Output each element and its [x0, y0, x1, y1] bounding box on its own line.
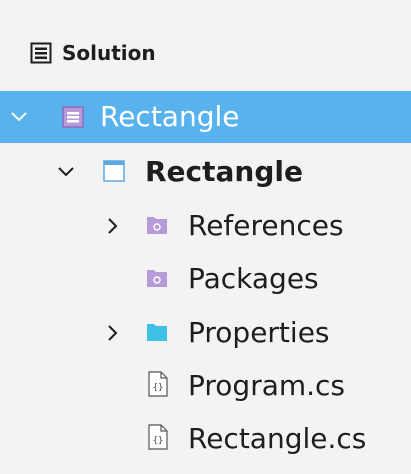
tree-item-properties[interactable]: Properties [0, 306, 411, 358]
tree-item-label: Rectangle.cs [188, 422, 367, 455]
tree-item-label: Rectangle [145, 155, 303, 188]
folder-icon [147, 324, 167, 341]
csharp-file-icon: {} [148, 371, 168, 397]
solution-icon [30, 42, 52, 64]
csharp-file-icon: {} [148, 424, 168, 450]
tree-item-label: Properties [188, 316, 330, 349]
tree-item-solution-rectangle[interactable]: Rectangle [0, 91, 411, 143]
svg-text:{}: {} [153, 383, 164, 393]
tree-item-rectangle-cs[interactable]: {} Rectangle.cs [0, 412, 411, 464]
solution-header-title: Solution [62, 41, 156, 65]
tree-item-references[interactable]: References [0, 199, 411, 251]
svg-text:{}: {} [153, 436, 164, 446]
tree-item-label: Packages [188, 262, 319, 295]
tree-item-project-rectangle[interactable]: Rectangle [0, 145, 411, 197]
tree-item-program-cs[interactable]: {} Program.cs [0, 359, 411, 411]
packages-folder-icon [147, 270, 167, 287]
chevron-down-icon[interactable] [57, 163, 75, 181]
tree-item-label: Program.cs [188, 369, 346, 402]
chevron-right-icon[interactable] [104, 217, 122, 235]
tree-item-label: Rectangle [100, 100, 240, 133]
tree-item-label: References [188, 209, 344, 242]
solution-header: Solution [0, 31, 411, 75]
chevron-right-icon[interactable] [104, 324, 122, 342]
project-icon [103, 160, 125, 182]
references-folder-icon [147, 217, 167, 234]
tree-item-packages[interactable]: Packages [0, 252, 411, 304]
solution-explorer-panel: Solution Rectangle Rectangle References … [0, 0, 411, 474]
chevron-down-icon[interactable] [10, 108, 28, 126]
solution-folder-icon [62, 106, 84, 128]
